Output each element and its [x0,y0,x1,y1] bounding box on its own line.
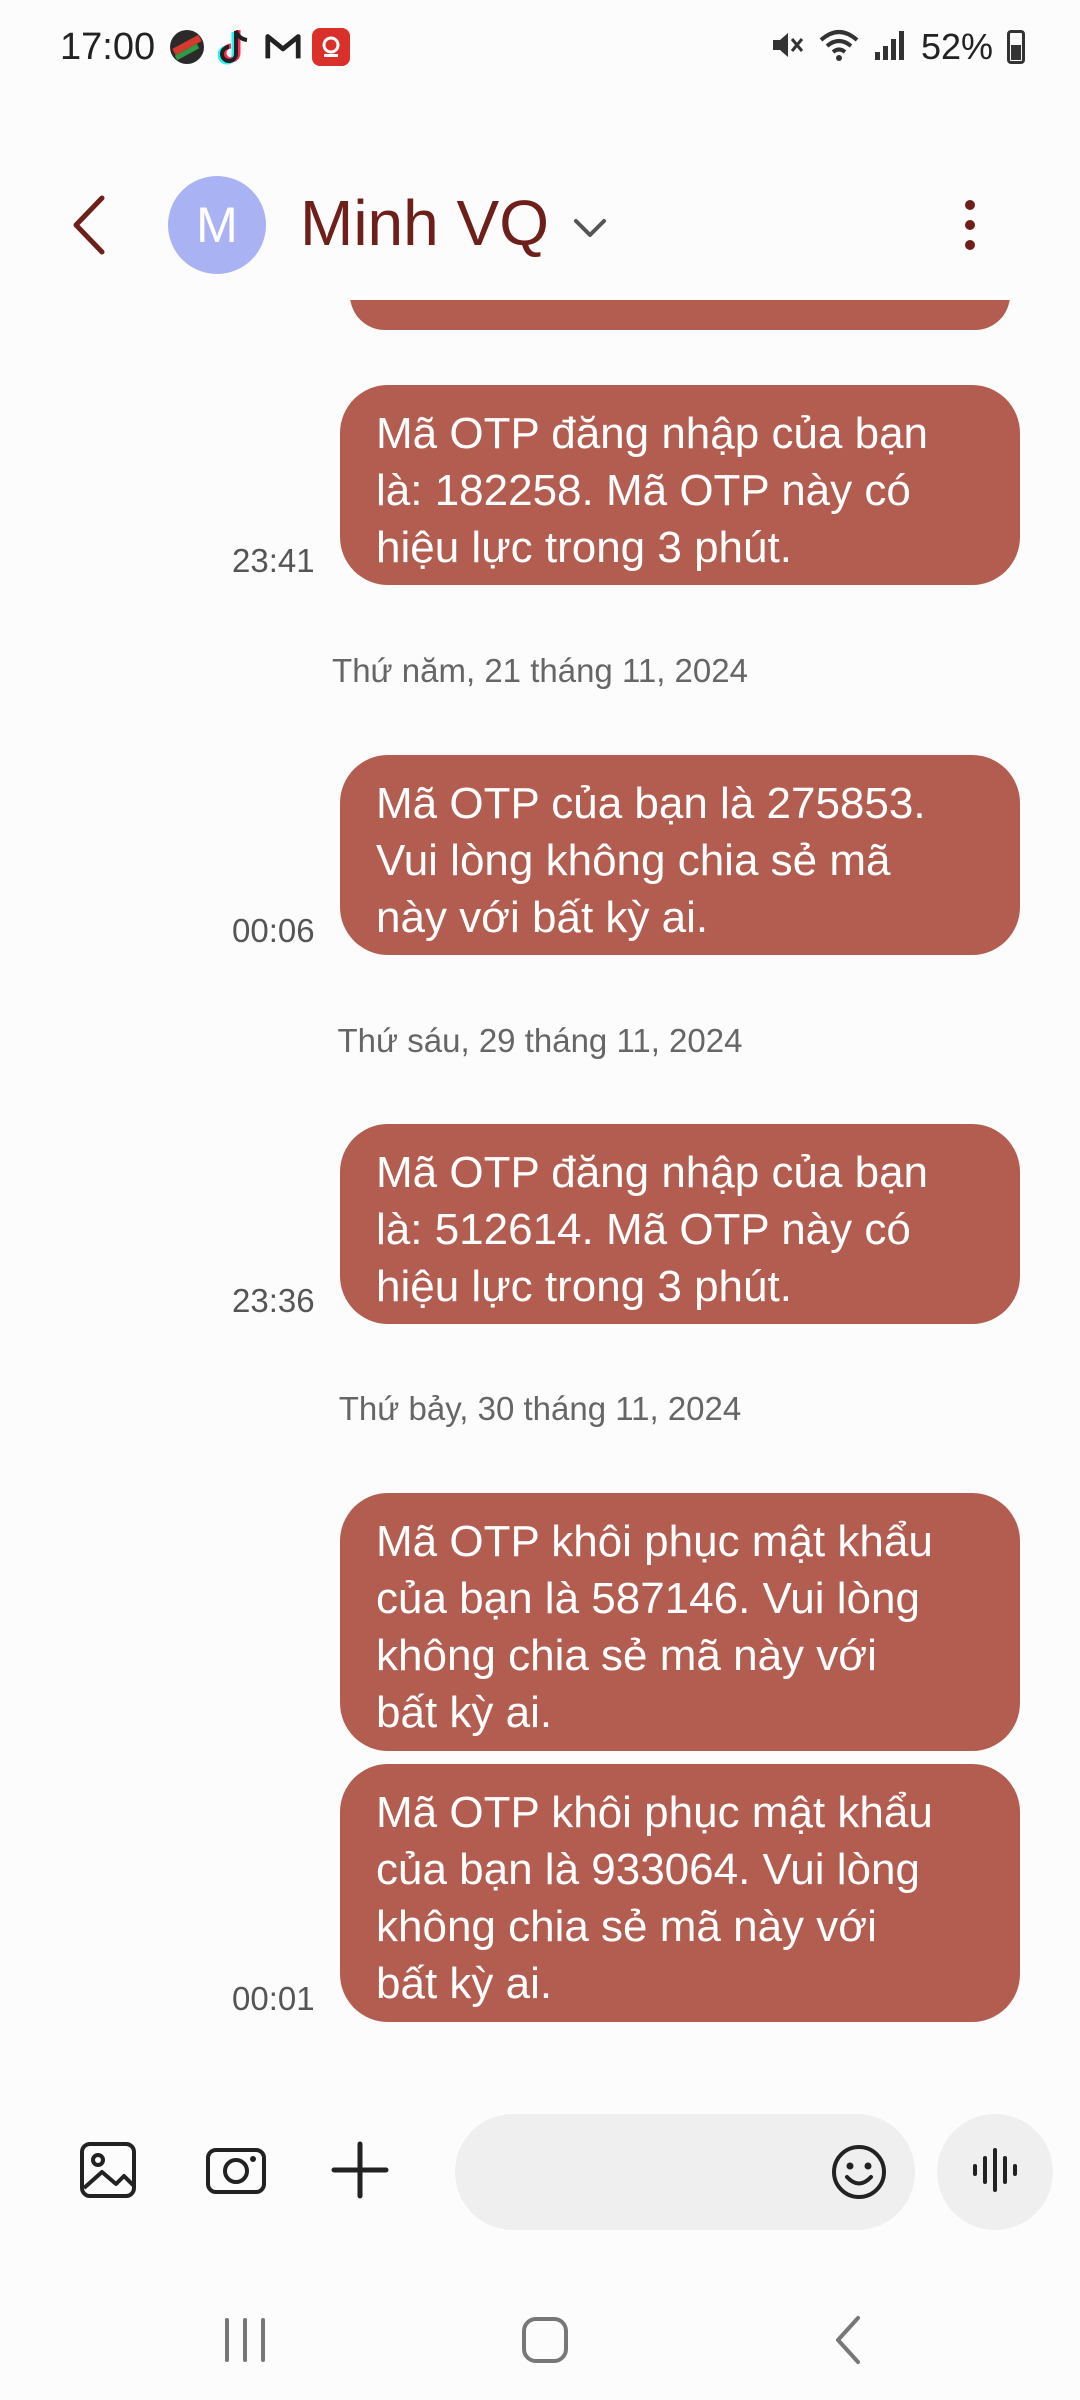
camera-icon[interactable] [200,2134,272,2206]
message-line: Mã OTP đăng nhập của bạn [376,409,929,458]
message-line: là: 512614. Mã OTP này có [376,1205,911,1254]
message-line: là: 182258. Mã OTP này có [376,466,911,515]
message-line: của bạn là 933064. Vui lòng [376,1845,920,1894]
message-bubble[interactable]: Mã OTP của bạn là 275853. Vui lòng không… [340,755,1020,955]
messages-app: 17:00 52% M Minh VQ Mã OTP đăng nhập của… [0,0,1080,2400]
add-icon[interactable] [324,2134,396,2206]
gallery-icon[interactable] [72,2134,144,2206]
message-time: 00:01 [232,1980,315,2017]
status-time: 17:00 [60,26,156,68]
status-bar: 17:00 52% [0,0,1080,100]
message-time: 23:36 [232,1282,315,1319]
message-list[interactable]: Mã OTP đăng nhập của bạn là: 182258. Mã … [0,300,1080,2040]
message-line: Mã OTP đăng nhập của bạn [376,1148,929,1197]
notification-icons [168,28,350,66]
message-time: 23:41 [232,542,315,579]
home-icon[interactable] [515,2310,575,2370]
red-app-icon [312,28,350,66]
tiktok-icon [216,28,254,66]
wifi-icon [819,28,859,67]
message-line: bất kỳ ai. [376,1688,553,1737]
date-separator: Thứ bảy, 30 tháng 11, 2024 [338,1390,742,1427]
battery-icon [1007,30,1025,64]
date-separator: Thứ sáu, 29 tháng 11, 2024 [337,1022,743,1059]
message-line: Mã OTP khôi phục mật khẩu [376,1788,933,1837]
message-line: hiệu lực trong 3 phút. [376,523,792,572]
message-line: Vui lòng không chia sẻ mã [376,836,891,885]
voice-record-icon [965,2140,1025,2205]
message-bubble[interactable]: Mã OTP đăng nhập của bạn là: 182258. Mã … [340,385,1020,585]
avatar[interactable]: M [168,176,266,274]
message-line: hiệu lực trong 3 phút. [376,1262,792,1311]
gmail-icon [264,28,302,66]
signal-icon [873,28,907,67]
message-time: 00:06 [232,912,315,949]
message-line: của bạn là 587146. Vui lòng [376,1574,920,1623]
message-line: Mã OTP khôi phục mật khẩu [376,1517,933,1566]
emoji-icon[interactable] [829,2142,889,2202]
voice-record-button[interactable] [937,2114,1053,2230]
date-separator: Thứ năm, 21 tháng 11, 2024 [332,652,748,689]
chevron-down-icon[interactable] [570,208,610,248]
message-bubble[interactable]: Mã OTP khôi phục mật khẩu của bạn là 933… [340,1764,1020,2022]
recent-apps-icon[interactable] [215,2310,275,2370]
contact-name[interactable]: Minh VQ [300,186,549,260]
message-bubble[interactable]: Mã OTP khôi phục mật khẩu của bạn là 587… [340,1493,1020,1751]
back-icon[interactable] [60,190,120,260]
mute-icon [769,27,805,68]
system-status-icons: 52% [769,26,1025,68]
conversation-header: M Minh VQ [0,150,1080,300]
message-composer [0,2100,1080,2240]
message-bubble-partial[interactable] [350,300,1010,330]
system-nav-bar [0,2290,1080,2380]
message-line: không chia sẻ mã này với [376,1902,877,1951]
back-nav-icon[interactable] [820,2310,880,2370]
message-line: không chia sẻ mã này với [376,1631,877,1680]
message-input[interactable] [455,2114,915,2230]
message-bubble[interactable]: Mã OTP đăng nhập của bạn là: 512614. Mã … [340,1124,1020,1324]
message-line: này với bất kỳ ai. [376,893,709,942]
message-line: bất kỳ ai. [376,1959,553,2008]
ball-app-icon [168,28,206,66]
more-options-icon[interactable] [955,195,985,255]
message-line: Mã OTP của bạn là 275853. [376,779,926,828]
battery-percent: 52% [920,26,993,67]
